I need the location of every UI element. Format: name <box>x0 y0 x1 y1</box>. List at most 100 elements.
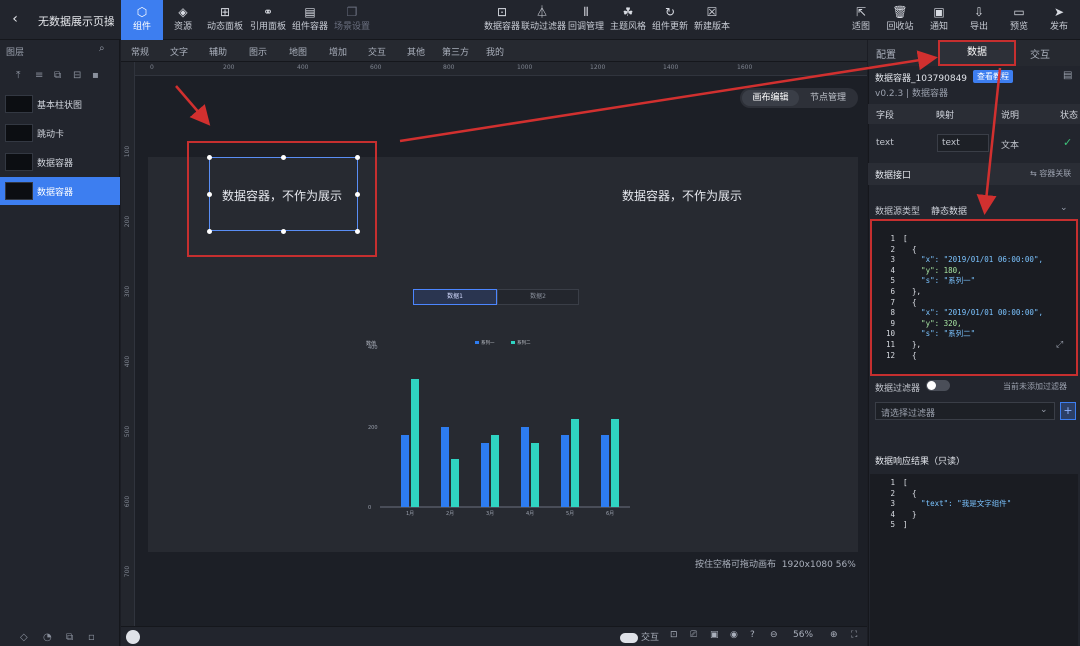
resize-handle[interactable] <box>355 229 360 234</box>
tool-scene-button[interactable]: ❐ 场景设置 <box>331 0 373 40</box>
add-filter-button[interactable]: + <box>1060 402 1076 420</box>
hide-icon[interactable]: ◔ <box>43 632 52 643</box>
category-tab[interactable]: 其他 <box>407 45 425 58</box>
field-name: text <box>876 138 894 148</box>
move-top-icon[interactable]: ⤒ <box>16 70 20 81</box>
legend-label[interactable]: 系列二 <box>517 339 531 346</box>
tab-config[interactable]: 配置 <box>876 46 896 61</box>
resize-handle[interactable] <box>207 229 212 234</box>
category-tab[interactable]: 文字 <box>170 45 188 58</box>
resize-handle[interactable] <box>355 155 360 160</box>
layers-icon: ◈ <box>178 5 188 19</box>
expand-icon[interactable]: ⤢ <box>1056 340 1063 350</box>
tab-data[interactable]: 数据 <box>938 40 1016 66</box>
move-up-icon[interactable]: ≡ <box>35 70 43 81</box>
category-tab[interactable]: 常规 <box>131 45 149 58</box>
chart-tab-1[interactable]: 数据1 <box>413 289 497 305</box>
category-tab[interactable]: 增加 <box>329 45 347 58</box>
tool-publish-button[interactable]: ➤ 发布 <box>1043 0 1075 40</box>
lock-icon[interactable]: ◇ <box>20 632 28 643</box>
x-tick-label: 6月 <box>606 511 614 517</box>
new-version-icon: ☒ <box>706 5 718 19</box>
tool-filter-button[interactable]: ⏃ 联动过滤器 <box>521 0 566 40</box>
tool-theme-button[interactable]: ☘ 主题风格 <box>607 0 649 40</box>
layer-item-data-container-selected[interactable]: 数据容器 <box>0 177 120 205</box>
line-number: 5 <box>890 520 895 530</box>
avatar[interactable] <box>126 630 140 644</box>
resize-handle[interactable] <box>281 155 286 160</box>
ruler-tick: 400 <box>124 355 132 368</box>
delete-layer-icon[interactable]: ▪ <box>92 70 99 81</box>
line-number: 1 <box>890 478 895 487</box>
code-line: 1[ <box>877 478 1077 489</box>
y-tick-label: 0 <box>368 505 371 511</box>
bar-2 <box>611 419 619 507</box>
code-line: 5 "s": "系列一" <box>877 276 1077 287</box>
resize-handle[interactable] <box>355 192 360 197</box>
layer-item-data-container[interactable]: 数据容器 <box>0 148 120 176</box>
layer-item-bar-chart[interactable]: 基本柱状图 <box>0 90 120 118</box>
tool-update-button[interactable]: ↻ 组件更新 <box>649 0 691 40</box>
zoom-level[interactable]: 56% <box>793 630 813 640</box>
monitor-icon[interactable]: ⎚ <box>690 630 697 640</box>
search-icon[interactable]: ⌕ <box>99 43 105 54</box>
tool-callback-button[interactable]: ⫴ 回调管理 <box>565 0 607 40</box>
resize-handle[interactable] <box>281 229 286 234</box>
tool-ref-panel-button[interactable]: ⚭ 引用面板 <box>247 0 289 40</box>
category-tab[interactable]: 辅助 <box>209 45 227 58</box>
category-tab[interactable]: 交互 <box>368 45 386 58</box>
chevron-down-icon[interactable]: ⌄ <box>1040 405 1048 415</box>
bell-icon: ▣ <box>933 5 945 19</box>
chart-tab-2[interactable]: 数据2 <box>497 289 579 305</box>
tab-interaction[interactable]: 交互 <box>1030 46 1050 61</box>
tool-notify-button[interactable]: ▣ 通知 <box>923 0 955 40</box>
ungroup-icon[interactable]: ⊟ <box>73 70 81 81</box>
tool-data-container-button[interactable]: ⊡ 数据容器 <box>481 0 523 40</box>
layer-item-flip-card[interactable]: 跳动卡 <box>0 119 120 147</box>
resize-handle[interactable] <box>207 155 212 160</box>
eye-icon[interactable]: ◉ <box>730 630 738 640</box>
group-icon[interactable]: ⧉ <box>54 70 61 81</box>
bar-chart[interactable]: 数值 40020001月 2月 3月 4月 5月 6月系列一 系列二 <box>360 335 640 520</box>
interact-toggle[interactable] <box>620 633 638 643</box>
legend-label[interactable]: 系列一 <box>481 339 495 346</box>
fullscreen-icon[interactable]: ⊡ <box>670 630 678 640</box>
line-number: 5 <box>890 276 895 286</box>
tool-dynamic-panel-button[interactable]: ⊞ 动态面板 <box>203 0 247 40</box>
canvas-edit-button[interactable]: 画布编辑 <box>742 90 799 106</box>
source-type-select[interactable]: 静态数据 <box>931 204 967 217</box>
tool-resource-button[interactable]: ◈ 资源 <box>163 0 203 40</box>
code-text: "s": "系列二" <box>903 329 976 339</box>
fit-screen-icon[interactable]: ⛶ <box>851 630 857 640</box>
help-icon[interactable]: ? <box>750 630 755 640</box>
code-text: }, <box>903 287 922 296</box>
tool-new-version-button[interactable]: ☒ 新建版本 <box>691 0 733 40</box>
ruler-tick: 1200 <box>590 64 606 71</box>
document-icon[interactable]: ▤ <box>1063 70 1072 81</box>
chevron-left-icon[interactable]: ‹ <box>6 10 24 28</box>
category-tab[interactable]: 第三方 <box>442 45 469 58</box>
legend-swatch <box>475 341 479 344</box>
screen-icon[interactable]: ▣ <box>710 630 719 640</box>
tool-component-button[interactable]: ⬡ 组件 <box>121 0 163 40</box>
category-tab[interactable]: 我的 <box>486 45 504 58</box>
resize-handle[interactable] <box>207 192 212 197</box>
tool-preview-button[interactable]: ▭ 预览 <box>1003 0 1035 40</box>
zoom-in-icon[interactable]: ⊕ <box>830 630 838 640</box>
chevron-down-icon[interactable]: ⌄ <box>1060 203 1068 213</box>
node-manage-button[interactable]: 节点管理 <box>800 90 856 106</box>
tool-container-button[interactable]: ▤ 组件容器 <box>289 0 331 40</box>
layer-panel-title: 图层 <box>6 48 25 58</box>
tool-fit-button[interactable]: ⇱ 适图 <box>845 0 877 40</box>
container-link-button[interactable]: ⇆ 容器关联 <box>1030 168 1071 179</box>
zoom-out-icon[interactable]: ⊖ <box>770 630 778 640</box>
trash-icon[interactable]: ▫ <box>88 632 95 643</box>
tool-export-button[interactable]: ⇩ 导出 <box>963 0 995 40</box>
copy-icon[interactable]: ⧉ <box>66 632 73 643</box>
container-icon: ▤ <box>304 5 316 19</box>
category-tab[interactable]: 图示 <box>249 45 267 58</box>
tool-trash-button[interactable]: 🗑 回收站 <box>881 0 919 40</box>
project-title: 无数据展示页操… <box>38 15 114 28</box>
view-doc-badge[interactable]: 查看教程 <box>973 70 1013 83</box>
category-tab[interactable]: 地图 <box>289 45 307 58</box>
